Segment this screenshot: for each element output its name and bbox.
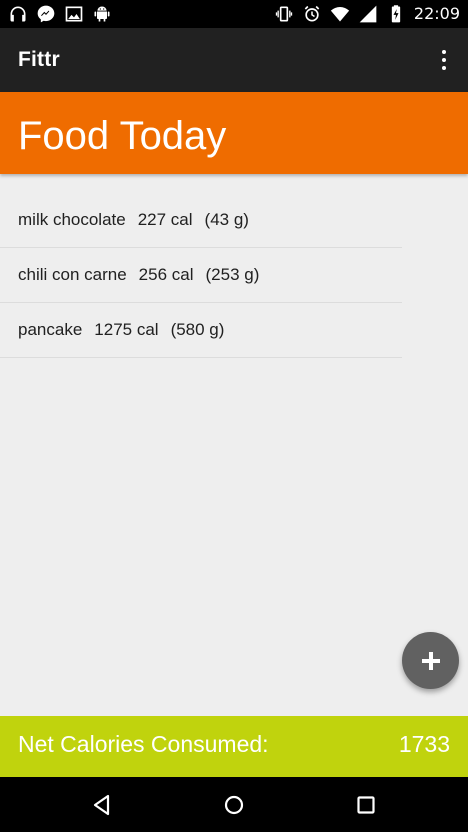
food-name: chili con carne	[18, 265, 127, 284]
vibrate-icon	[275, 6, 293, 22]
image-icon	[65, 6, 83, 22]
page-header: Food Today	[0, 92, 468, 174]
menu-dot	[442, 50, 446, 54]
food-list: milk chocolate 227 cal (43 g) chili con …	[0, 193, 402, 358]
food-calories: 1275 cal	[94, 320, 159, 339]
food-calories: 256 cal	[138, 265, 194, 284]
net-calories-label: Net Calories Consumed:	[18, 731, 269, 757]
signal-icon	[359, 5, 377, 23]
home-icon[interactable]	[222, 793, 246, 817]
page-title: Food Today	[18, 114, 227, 158]
android-icon	[94, 6, 110, 22]
add-food-button[interactable]	[402, 632, 459, 689]
food-name: milk chocolate	[18, 210, 126, 229]
food-list-item[interactable]: pancake 1275 cal (580 g)	[0, 303, 402, 358]
food-list-item[interactable]: chili con carne 256 cal (253 g)	[0, 248, 402, 303]
alarm-icon	[304, 5, 320, 22]
food-list-item[interactable]: milk chocolate 227 cal (43 g)	[0, 193, 402, 248]
food-weight: (253 g)	[205, 265, 260, 284]
notification-icons	[8, 4, 112, 24]
clock-time: 22:09	[413, 4, 460, 23]
food-weight: (580 g)	[170, 320, 225, 339]
app-title: Fittr	[18, 48, 60, 71]
headphones-icon	[10, 6, 26, 22]
recents-icon[interactable]	[354, 793, 378, 817]
food-weight: (43 g)	[204, 210, 249, 229]
messenger-icon	[37, 5, 55, 23]
overflow-menu-icon[interactable]	[434, 50, 454, 70]
food-calories: 227 cal	[137, 210, 193, 229]
menu-dot	[442, 58, 446, 62]
net-calories-bar: Net Calories Consumed: 1733	[0, 716, 468, 777]
add-icon	[421, 651, 440, 670]
status-bar: 22:09	[0, 0, 468, 28]
app-bar: Fittr	[0, 28, 468, 92]
net-calories-value: 1733	[398, 731, 450, 757]
back-icon[interactable]	[90, 793, 114, 817]
battery-charging-icon	[391, 5, 401, 23]
navigation-bar	[0, 777, 468, 832]
system-icons: 22:09	[274, 4, 460, 24]
wifi-icon	[330, 7, 350, 22]
food-name: pancake	[18, 320, 83, 339]
menu-dot	[442, 66, 446, 70]
